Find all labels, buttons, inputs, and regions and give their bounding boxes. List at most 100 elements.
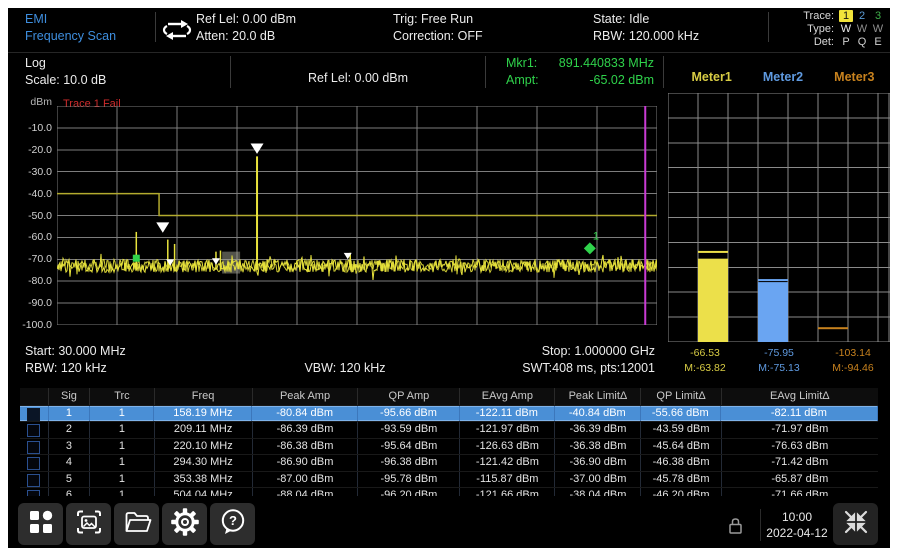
table-row[interactable]: 31220.10 MHz-86.38 dBm-95.64 dBm-126.63 … (20, 438, 878, 454)
table-cell: 1 (90, 439, 154, 454)
selected-signal-marker (133, 255, 140, 262)
table-cell: -95.64 dBm (358, 439, 460, 454)
sweep-continuous-icon (160, 18, 194, 49)
row-checkbox[interactable] (27, 490, 40, 496)
y-axis-tick: -20.0 (6, 144, 52, 156)
table-cell: -86.39 dBm (253, 422, 359, 437)
screenshot-button[interactable] (66, 503, 111, 545)
start-freq-label: Start: 30.000 MHz (25, 343, 126, 360)
table-row[interactable]: 51353.38 MHz-87.00 dBm-95.78 dBm-115.87 … (20, 471, 878, 487)
row-checkbox[interactable] (27, 441, 40, 454)
table-row[interactable]: 11158.19 MHz-80.84 dBm-95.66 dBm-122.11 … (20, 405, 878, 421)
subheader-divider-2 (485, 56, 486, 88)
row-checkbox-cell (20, 439, 49, 454)
spectrum-plot: 1 (57, 106, 657, 325)
table-cell: -96.20 dBm (358, 488, 460, 496)
table-cell: -87.00 dBm (253, 472, 359, 487)
meter-max-value-2: M:-75.13 (742, 362, 816, 374)
table-cell: -126.63 dBm (460, 439, 555, 454)
table-row[interactable]: 61504.04 MHz-88.04 dBm-96.20 dBm-121.66 … (20, 487, 878, 496)
table-cell: -40.84 dBm (555, 406, 641, 421)
meter-tab-3[interactable]: Meter3 (819, 70, 890, 84)
row-checkbox[interactable] (27, 424, 40, 437)
legend-det-row: Det:PQE (803, 36, 886, 49)
table-cell: -88.04 dBm (253, 488, 359, 496)
table-cell: 504.04 MHz (155, 488, 253, 496)
legend-value-3[interactable]: 3 (870, 10, 886, 23)
trig-block: Trig: Free Run Correction: OFF (393, 11, 483, 45)
row-checkbox[interactable] (27, 474, 40, 487)
y-axis-tick: -90.0 (6, 297, 52, 309)
meter-bar-1 (698, 259, 728, 342)
meter-tab-1[interactable]: Meter1 (676, 70, 747, 84)
collapse-button[interactable] (833, 503, 878, 545)
table-cell: 5 (49, 472, 91, 487)
meter-max-value-3: M:-94.46 (816, 362, 890, 374)
statusbar-divider-1 (760, 509, 761, 541)
marker1-label: 1 (593, 230, 599, 242)
help-button[interactable]: ? (210, 503, 255, 545)
menu-grid-button[interactable] (18, 503, 63, 545)
clock-date: 2022-04-12 (763, 525, 831, 541)
subheader-divider-1 (230, 56, 231, 88)
table-row[interactable]: 21209.11 MHz-86.39 dBm-93.59 dBm-121.97 … (20, 421, 878, 437)
marker-name: Mkr1: (506, 55, 537, 72)
spectrum-analyzer-screen: EMI Frequency Scan Ref Lel: 0.00 dBm Att… (0, 0, 898, 556)
legend-value-3: W (870, 23, 886, 36)
meter-bar-2 (758, 282, 788, 342)
y-axis-tick: -40.0 (6, 188, 52, 200)
row-checkbox-cell (20, 422, 49, 437)
row-checkbox[interactable] (27, 408, 40, 421)
table-cell: -37.00 dBm (555, 472, 641, 487)
table-cell: 4 (49, 455, 91, 470)
table-cell: 6 (49, 488, 91, 496)
legend-type-row: Type:WWW (803, 23, 886, 36)
legend-label: Det: (814, 36, 834, 49)
meter-max-value-1: M:-63.82 (668, 362, 742, 374)
table-header-cell: Peak Amp (253, 388, 359, 405)
svg-text:?: ? (229, 513, 237, 528)
marker-readout: Mkr1: 891.440833 MHz Ampt: -65.02 dBm (506, 55, 654, 89)
atten-label: Atten: 20.0 dB (196, 28, 296, 45)
meter-max-line-3 (818, 327, 848, 329)
table-cell: -71.97 dBm (722, 422, 878, 437)
table-cell: -65.87 dBm (722, 472, 878, 487)
row-checkbox-cell (20, 406, 49, 421)
ref-level-label: Ref Lel: 0.00 dBm (196, 11, 296, 28)
swt-display: SWT:408 ms, pts:12001 (522, 360, 655, 377)
table-header-cell: EAvg Amp (460, 388, 555, 405)
table-cell: -80.84 dBm (252, 406, 358, 421)
meter-bar-panel (668, 93, 890, 342)
file-manager-button[interactable] (114, 503, 159, 545)
scale-label: Scale: 10.0 dB (25, 72, 106, 89)
signal-table: SigTrcFreqPeak AmpQP AmpEAvg AmpPeak Lim… (20, 388, 878, 496)
settings-button[interactable] (162, 503, 207, 545)
legend-value-1[interactable]: 1 (838, 10, 854, 23)
meter-max-values: M:-63.82M:-75.13M:-94.46 (668, 362, 890, 374)
meter-tab-2[interactable]: Meter2 (747, 70, 818, 84)
meter-max-line-2 (758, 279, 788, 281)
legend-value-2[interactable]: 2 (854, 10, 870, 23)
table-header-cell: Peak LimitΔ (555, 388, 641, 405)
table-cell: 1 (90, 455, 154, 470)
table-header-row: SigTrcFreqPeak AmpQP AmpEAvg AmpPeak Lim… (20, 388, 878, 405)
table-cell: -71.42 dBm (722, 455, 878, 470)
table-cell: -38.04 dBm (555, 488, 641, 496)
row-checkbox[interactable] (27, 457, 40, 470)
legend-value-3: E (870, 36, 886, 49)
state-label: State: Idle (593, 11, 699, 28)
legend-value-2: Q (854, 36, 870, 49)
y-axis-tick: -50.0 (6, 210, 52, 222)
file-manager-icon (122, 507, 152, 542)
signal-spikes (136, 156, 350, 270)
trig-label: Trig: Free Run (393, 11, 483, 28)
table-cell: -43.59 dBm (641, 422, 721, 437)
table-cell: -46.38 dBm (641, 455, 721, 470)
scale-block: Log Scale: 10.0 dB (25, 55, 106, 89)
table-row[interactable]: 41294.30 MHz-86.90 dBm-96.38 dBm-121.42 … (20, 454, 878, 470)
collapse-arrows-icon (841, 507, 871, 542)
legend-label: Type: (807, 23, 834, 36)
table-cell: -95.78 dBm (358, 472, 460, 487)
table-cell: 353.38 MHz (155, 472, 253, 487)
table-header-cell: Sig (49, 388, 91, 405)
